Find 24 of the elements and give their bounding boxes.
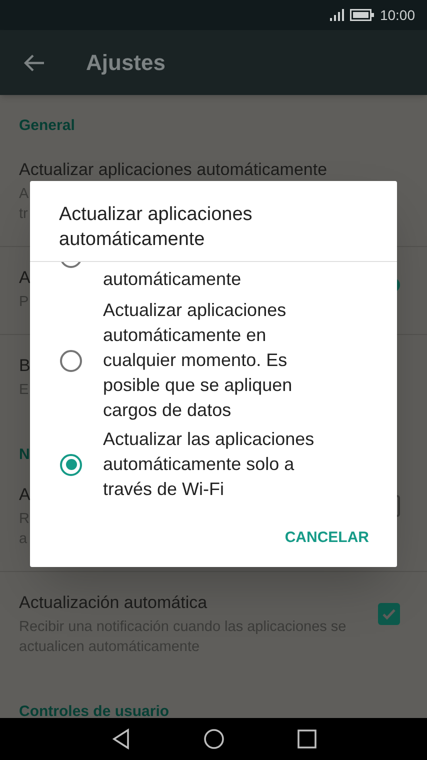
section-header: Controles de usuario	[19, 703, 170, 720]
screen-title: Ajustes	[86, 49, 166, 77]
radio-option[interactable]: Actualizar aplicaciones automáticamente en cualquier momento. Es posible que se apliquen cargos de datos	[30, 296, 397, 425]
setting-title: Actualizar aplicaciones automáticamente	[19, 160, 328, 180]
signal-icon	[330, 9, 344, 21]
back-nav-icon[interactable]	[110, 728, 130, 750]
clock: 10:00	[380, 6, 415, 24]
setting-title: Actualización automática	[19, 593, 208, 613]
recents-nav-icon[interactable]	[296, 729, 316, 749]
radio-button[interactable]	[60, 454, 82, 476]
setting-title: A	[19, 268, 30, 288]
back-arrow-icon	[23, 54, 45, 72]
cancel-button[interactable]: CANCELAR	[276, 521, 377, 556]
home-nav-icon[interactable]	[202, 728, 224, 750]
radio-button[interactable]	[60, 350, 82, 372]
checkbox[interactable]	[378, 603, 400, 625]
radio-option[interactable]: Actualizar las aplicaciones automáticamente solo a través de Wi-Fi	[30, 425, 397, 504]
setting-title: B	[19, 356, 30, 376]
dialog-title: Actualizar aplicaciones automáticamente	[59, 203, 254, 252]
section-header: N	[19, 446, 30, 463]
section-header: General	[19, 117, 75, 134]
battery-icon	[350, 9, 374, 21]
setting-title: A	[19, 485, 30, 505]
radio-option[interactable]: automáticamente	[30, 262, 397, 296]
